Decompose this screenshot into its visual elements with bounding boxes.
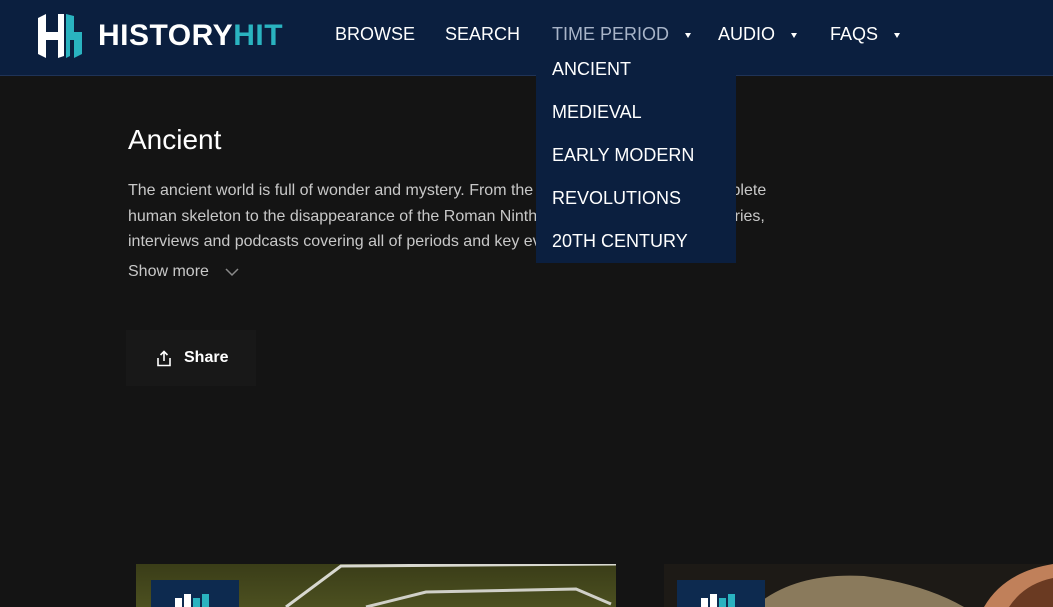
dropdown-item-revolutions[interactable]: REVOLUTIONS: [552, 188, 681, 209]
nav-search-label: SEARCH: [445, 24, 521, 44]
logo-word-hit: HIT: [233, 19, 284, 52]
share-icon: [157, 349, 171, 366]
nav-browse-label: BROWSE: [335, 24, 416, 44]
chevron-down-icon: [225, 267, 239, 276]
content-card[interactable]: [136, 564, 616, 607]
caret-down-icon: [791, 32, 798, 38]
dropdown-item-ancient[interactable]: ANCIENT: [552, 59, 631, 80]
nav-browse[interactable]: BROWSE: [335, 24, 415, 45]
logo[interactable]: HISTORYHIT: [36, 12, 283, 60]
site-header: HISTORYHIT BROWSE SEARCH TIME PERIOD AUD…: [0, 0, 1053, 76]
nav-time-period-label: TIME PERIOD: [552, 24, 670, 44]
history-hit-logo-icon: [38, 14, 82, 58]
caret-down-icon: [685, 32, 692, 38]
time-period-dropdown: ANCIENT MEDIEVAL EARLY MODERN REVOLUTION…: [536, 46, 736, 263]
nav-faqs-label: FAQS: [830, 24, 879, 44]
share-label: Share: [184, 349, 229, 366]
card-logo-badge: [151, 580, 239, 607]
history-hit-logo-icon: [175, 594, 209, 607]
nav-time-period[interactable]: TIME PERIOD: [552, 24, 692, 45]
page-title: Ancient: [128, 124, 222, 155]
history-hit-logo-icon: [701, 594, 735, 607]
content-card[interactable]: [664, 564, 1053, 607]
nav-audio-label: AUDIO: [718, 24, 776, 44]
description: The ancient world is full of wonder and …: [128, 178, 888, 254]
nav-search[interactable]: SEARCH: [445, 24, 520, 45]
dropdown-item-20th-century[interactable]: 20TH CENTURY: [552, 231, 688, 252]
share-button[interactable]: Share: [126, 330, 256, 386]
card-logo-badge: [677, 580, 765, 607]
caret-down-icon: [894, 32, 901, 38]
show-more-button[interactable]: Show more: [128, 263, 239, 281]
description-line: The ancient world is full of wonder and …: [128, 182, 767, 199]
logo-word-history: HISTORY: [98, 19, 234, 52]
description-line: human skeleton to the disappearance of t…: [128, 207, 765, 225]
dropdown-item-early-modern[interactable]: EARLY MODERN: [552, 145, 694, 166]
dropdown-item-medieval[interactable]: MEDIEVAL: [552, 102, 642, 123]
description-line: interviews and podcasts covering all of …: [128, 233, 736, 250]
nav-audio[interactable]: AUDIO: [718, 24, 798, 45]
nav-faqs[interactable]: FAQS: [830, 24, 901, 45]
show-more-label: Show more: [128, 263, 209, 280]
logo-text: HISTORYHIT: [98, 19, 283, 53]
